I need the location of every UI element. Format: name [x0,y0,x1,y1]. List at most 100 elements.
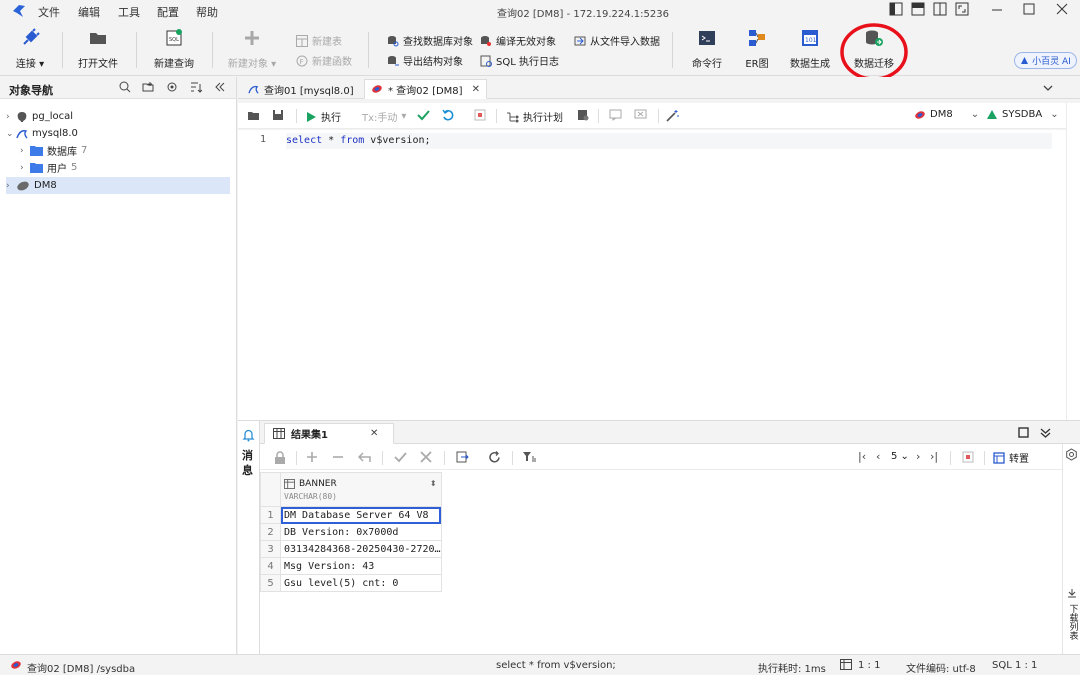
maximize-icon[interactable] [1022,2,1040,20]
tree-item-count: 7 [81,145,88,156]
layout-left-icon[interactable] [889,2,907,20]
table-row[interactable]: 2 DB Version: 0x7000d [260,523,442,541]
table-row[interactable]: 3 03134284368-20250430-2720… [260,540,442,558]
open-file-button[interactable]: 打开文件 [68,28,128,70]
table-cell[interactable]: 03134284368-20250430-2720… [280,540,442,558]
comment-icon[interactable] [609,109,622,121]
explain-plan-label: 执行计划 [523,113,563,124]
rollback-icon[interactable] [442,109,454,121]
export-result-icon[interactable] [456,451,469,463]
refresh-icon[interactable] [488,451,501,464]
first-page-icon[interactable]: |‹ [858,450,866,463]
tree-item-pg-local[interactable]: › pg_local [6,108,73,125]
search-icon[interactable] [119,81,131,93]
delete-row-icon[interactable] [332,451,344,463]
menu-file[interactable]: 文件 [38,4,60,20]
new-folder-icon[interactable] [142,81,154,93]
close-window-icon[interactable] [1055,2,1073,20]
tab-query02[interactable]: * 查询02 [DM8] ✕ [364,79,487,99]
run-button[interactable]: 执行 [306,109,341,124]
download-list-button[interactable]: 下载列表 [1065,588,1079,640]
format-sql-icon[interactable] [577,109,589,121]
function-icon: F [296,55,308,67]
undo-icon[interactable] [358,451,371,463]
transaction-mode-select[interactable]: Tx:手动 ▾ [362,109,406,124]
table-cell[interactable]: DB Version: 0x7000d [280,523,442,541]
sql-log-button[interactable]: SQL 执行日志 [480,53,559,68]
new-object-button[interactable]: 新建对象 ▾ [222,28,282,70]
transpose-button[interactable]: 转置 [993,450,1029,465]
code-text: * [322,135,341,146]
locate-icon[interactable] [166,81,178,93]
tree-item-mysql8[interactable]: ⌄ mysql8.0 [6,125,78,142]
discard-changes-icon[interactable] [420,451,432,463]
table-row[interactable]: 5 Gsu level(5) cnt: 0 [260,574,442,592]
layout-top-icon[interactable] [911,2,929,20]
new-query-button[interactable]: SQL 新建查询 [144,28,204,70]
grid-icon [284,478,295,489]
uncomment-icon[interactable] [634,109,647,121]
import-file-button[interactable]: 从文件导入数据 [574,33,660,48]
sort-icon[interactable] [190,81,202,93]
commit-icon[interactable] [417,109,430,121]
stop-fetch-icon[interactable] [962,451,974,463]
menu-edit[interactable]: 编辑 [78,4,100,20]
tree-item-users[interactable]: › 用户 5 [20,159,77,176]
magic-wand-icon[interactable] [666,109,679,122]
lock-icon[interactable] [274,451,286,464]
table-row[interactable]: 4 Msg Version: 43 [260,557,442,575]
editor-scrollbar[interactable] [1066,103,1080,420]
fullscreen-icon[interactable] [955,2,973,20]
user-select[interactable]: SYSDBA ⌄ [986,109,1059,120]
new-table-button[interactable]: 新建表 [296,33,342,48]
export-struct-button[interactable]: 导出结构对象 [387,53,463,68]
collapse-panel-icon[interactable] [1040,427,1051,438]
menu-tools[interactable]: 工具 [118,4,140,20]
tab-query01[interactable]: 查询01 [mysql8.0] [242,79,360,99]
menu-config[interactable]: 配置 [157,4,179,20]
message-side-panel[interactable]: 消 息 [238,420,260,654]
explain-plan-button[interactable]: 执行计划 [506,109,563,124]
table-cell[interactable]: Msg Version: 43 [280,557,442,575]
save-icon[interactable] [272,109,284,121]
menu-help[interactable]: 帮助 [196,4,218,20]
compile-invalid-button[interactable]: 编译无效对象 [480,33,556,48]
minimize-icon[interactable] [990,2,1008,20]
stop-icon[interactable] [474,109,486,121]
data-generate-button[interactable]: 101 数据生成 [780,28,840,70]
play-icon [306,111,317,123]
ai-assistant-button[interactable]: 小百灵 AI [1014,52,1077,69]
maximize-panel-icon[interactable] [1018,427,1029,438]
table-cell[interactable]: Gsu level(5) cnt: 0 [280,574,442,592]
layout-split-icon[interactable] [933,2,951,20]
connect-button[interactable]: 连接 ▾ [0,28,60,70]
tab-result-set-1[interactable]: 结果集1 ✕ [264,423,394,444]
er-diagram-button[interactable]: ER图 [727,28,787,70]
tabs-dropdown-icon[interactable] [1042,82,1054,94]
page-size-select[interactable]: 5 ⌄ [891,451,909,462]
table-cell[interactable]: DM Database Server 64 V8 [280,506,442,524]
last-page-icon[interactable]: ›| [930,450,938,463]
code-line[interactable]: select * from v$version; [286,133,1052,149]
column-header-banner[interactable]: BANNER ⬍ VARCHAR(80) [280,472,442,507]
collapse-panel-icon[interactable] [214,81,226,93]
sort-arrows-icon[interactable]: ⬍ [430,479,437,488]
open-file-icon[interactable] [247,109,260,122]
commit-changes-icon[interactable] [394,451,407,463]
sql-editor[interactable]: 1 select * from v$version; [238,130,1066,420]
bell-icon[interactable] [242,429,255,442]
close-tab-icon[interactable]: ✕ [472,84,480,95]
find-object-button[interactable]: 查找数据库对象 [387,33,473,48]
table-row[interactable]: 1 DM Database Server 64 V8 [260,506,442,524]
tree-item-dm8[interactable]: › DM8 [6,177,57,194]
new-function-button[interactable]: F 新建函数 [296,53,352,68]
prev-page-icon[interactable]: ‹ [876,450,880,463]
database-select[interactable]: DM8 ⌄ [914,109,979,120]
filter-icon[interactable] [522,451,536,463]
tree-item-databases[interactable]: › 数据库 7 [20,142,87,159]
add-row-icon[interactable] [306,451,318,463]
settings-icon[interactable] [1065,448,1078,461]
next-page-icon[interactable]: › [916,450,920,463]
close-tab-icon[interactable]: ✕ [370,428,378,439]
code-keyword: from [340,135,365,146]
